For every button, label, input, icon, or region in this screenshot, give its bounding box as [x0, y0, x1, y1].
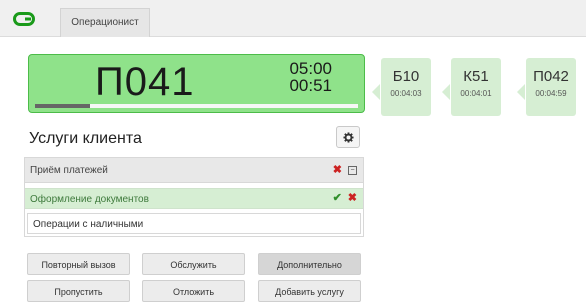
queue-arrow-icon: [372, 84, 380, 100]
queue-ticket-number: Б10: [392, 68, 420, 85]
recall-button[interactable]: Повторный вызов: [27, 253, 130, 275]
remove-icon[interactable]: ✖: [333, 158, 342, 183]
queue-ticket-wait-time: 00:04:03: [390, 89, 422, 98]
services-title: Услуги клиента: [29, 130, 142, 147]
remove-icon[interactable]: ✖: [348, 188, 357, 209]
service-group-label: Приём платежей: [30, 165, 108, 176]
service-progress-bar: [35, 104, 358, 108]
collapse-icon[interactable]: −: [348, 165, 357, 175]
queue-ticket-card[interactable]: К51 00:04:01: [451, 58, 501, 116]
service-group: Приём платежей ✖ − Оформление документов…: [24, 157, 364, 237]
queue-ticket-wait-time: 00:04:59: [535, 89, 567, 98]
queue-ticket-card[interactable]: П042 00:04:59: [526, 58, 576, 116]
service-item[interactable]: Операции с наличными: [27, 213, 361, 234]
current-ticket-panel: П041 05:00 00:51: [28, 54, 365, 113]
current-ticket-number: П041: [95, 60, 195, 104]
service-item-label: Операции с наличными: [33, 219, 144, 230]
queue-ticket-wait-time: 00:04:01: [460, 89, 492, 98]
service-group-header[interactable]: Приём платежей ✖ −: [25, 158, 363, 183]
service-item-active[interactable]: Оформление документов ✔ ✖: [25, 188, 363, 209]
top-bar: Операционист: [0, 0, 586, 37]
queue-ticket-card[interactable]: Б10 00:04:03: [381, 58, 431, 116]
serve-button[interactable]: Обслужить: [142, 253, 245, 275]
link-logo-icon: [12, 8, 36, 30]
gear-icon: [342, 131, 354, 143]
queue-ticket-number: П042: [533, 68, 569, 85]
queue-arrow-icon: [517, 84, 525, 100]
service-item-label: Оформление документов: [30, 194, 149, 205]
settings-button[interactable]: [336, 126, 360, 148]
check-icon[interactable]: ✔: [333, 188, 342, 209]
ticket-time-elapsed: 00:51: [289, 76, 332, 95]
progress-fill: [35, 104, 90, 108]
queue-ticket-number: К51: [463, 68, 489, 85]
queue-arrow-icon: [442, 84, 450, 100]
tab-operator[interactable]: Операционист: [60, 8, 150, 37]
more-button[interactable]: Дополнительно: [258, 253, 361, 275]
